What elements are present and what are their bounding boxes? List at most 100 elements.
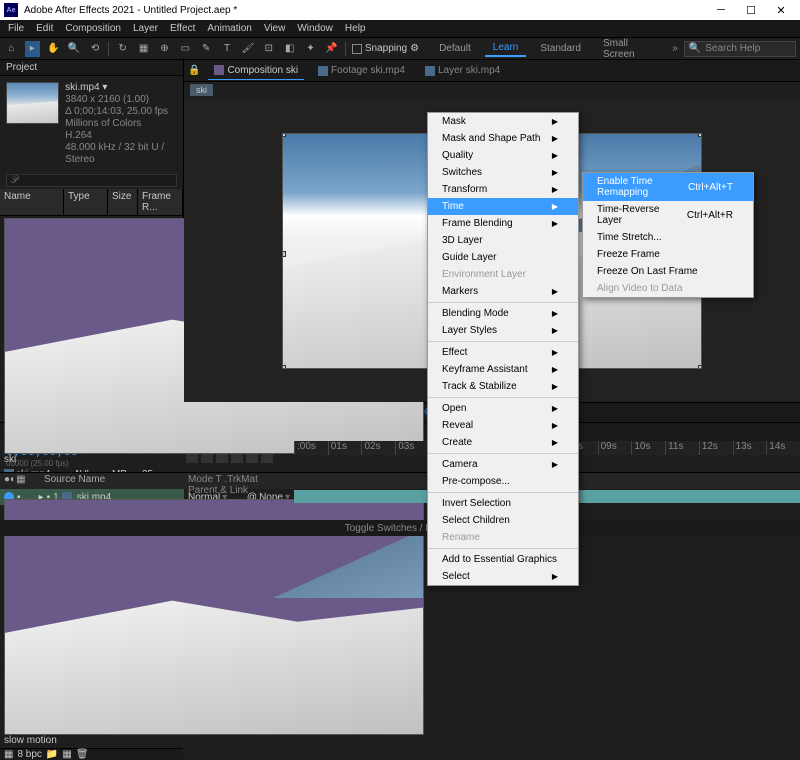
search-help-input[interactable]: 🔍Search Help — [684, 41, 796, 57]
menu-item--d-layer[interactable]: 3D Layer — [428, 232, 578, 249]
flowchart-chip[interactable]: ski — [190, 84, 213, 96]
menubar: File Edit Composition Layer Effect Anima… — [0, 20, 800, 38]
zoom-tool-icon[interactable]: 🔍 — [67, 41, 82, 57]
menu-effect[interactable]: Effect — [164, 21, 201, 36]
submenu-item-time-stretch-[interactable]: Time Stretch... — [583, 229, 753, 246]
menu-item-transform[interactable]: Transform▶ — [428, 181, 578, 198]
menu-item-layer-styles[interactable]: Layer Styles▶ — [428, 322, 578, 339]
new-comp-icon[interactable]: ▦ — [62, 749, 71, 760]
menu-item-effect[interactable]: Effect▶ — [428, 344, 578, 361]
asset-metadata: ski.mp4 ▾ 3840 x 2160 (1.00) Δ 0;00;14:0… — [65, 82, 177, 166]
submenu-item-time-reverse-layer[interactable]: Time-Reverse LayerCtrl+Alt+R — [583, 201, 753, 229]
selection-tool-icon[interactable]: ▸ — [25, 41, 40, 57]
menu-item-invert-selection[interactable]: Invert Selection — [428, 495, 578, 512]
minimize-button[interactable]: ─ — [706, 1, 736, 19]
menu-item-blending-mode[interactable]: Blending Mode▶ — [428, 305, 578, 322]
snapping-checkbox[interactable] — [352, 44, 362, 54]
time-submenu: Enable Time RemappingCtrl+Alt+TTime-Reve… — [582, 172, 754, 298]
orbit-tool-icon[interactable]: ⟲ — [88, 41, 103, 57]
project-row[interactable]: ski▪ Composi...25 — [0, 216, 183, 467]
workspace-default[interactable]: Default — [431, 41, 479, 56]
menu-item-add-to-essential-graphics[interactable]: Add to Essential Graphics — [428, 551, 578, 568]
close-button[interactable]: ✕ — [766, 1, 796, 19]
titlebar: Ae Adobe After Effects 2021 - Untitled P… — [0, 0, 800, 20]
separator — [108, 42, 109, 56]
menu-item-markers[interactable]: Markers▶ — [428, 283, 578, 300]
menu-view[interactable]: View — [258, 21, 292, 36]
tab-layer[interactable]: Layer ski.mp4 — [419, 62, 506, 79]
layer-context-menu: Mask▶Mask and Shape Path▶Quality▶Switche… — [427, 112, 579, 586]
menu-layer[interactable]: Layer — [127, 21, 164, 36]
delete-icon[interactable]: 🗑 — [76, 749, 89, 760]
menu-item-quality[interactable]: Quality▶ — [428, 147, 578, 164]
pen-tool-icon[interactable]: ✎ — [199, 41, 214, 57]
submenu-item-align-video-to-data: Align Video to Data — [583, 280, 753, 297]
project-panel-header[interactable]: Project — [0, 60, 183, 76]
hand-tool-icon[interactable]: ✋ — [46, 41, 61, 57]
menu-window[interactable]: Window — [291, 21, 339, 36]
submenu-item-freeze-on-last-frame[interactable]: Freeze On Last Frame — [583, 263, 753, 280]
workspace-more-icon[interactable]: » — [672, 43, 678, 54]
camera-tool-icon[interactable]: ▦ — [136, 41, 151, 57]
menu-item-select-children[interactable]: Select Children — [428, 512, 578, 529]
separator — [345, 42, 346, 56]
submenu-item-enable-time-remapping[interactable]: Enable Time RemappingCtrl+Alt+T — [583, 173, 753, 201]
tab-composition[interactable]: Composition ski — [208, 62, 304, 80]
menu-item-track-stabilize[interactable]: Track & Stabilize▶ — [428, 378, 578, 395]
menu-item-guide-layer[interactable]: Guide Layer — [428, 249, 578, 266]
workspace-small[interactable]: Small Screen — [595, 36, 666, 62]
new-folder-icon[interactable]: 📁 — [46, 749, 58, 760]
menu-item-switches[interactable]: Switches▶ — [428, 164, 578, 181]
home-icon[interactable]: ⌂ — [4, 41, 19, 57]
menu-help[interactable]: Help — [339, 21, 372, 36]
menu-item-environment-layer: Environment Layer — [428, 266, 578, 283]
puppet-tool-icon[interactable]: 📌 — [324, 41, 339, 57]
viewer-tabs: 🔒 Composition ski Footage ski.mp4 Layer … — [184, 60, 800, 82]
snapping-opt-icon[interactable]: ⚙ — [410, 43, 419, 54]
shape-tool-icon[interactable]: ▭ — [178, 41, 193, 57]
search-icon: 🔍 — [689, 43, 701, 54]
menu-item-time[interactable]: Time▶ — [428, 198, 578, 215]
asset-name[interactable]: ski.mp4 ▾ — [65, 82, 177, 94]
toolbar: ⌂ ▸ ✋ 🔍 ⟲ ↻ ▦ ⊕ ▭ ✎ T 🖌 ⊡ ◧ ✦ 📌 Snapping… — [0, 38, 800, 60]
workspace-standard[interactable]: Standard — [532, 41, 589, 56]
frame-info: 00000 (25.00 fps) — [6, 459, 178, 468]
workspace-learn[interactable]: Learn — [485, 40, 527, 57]
maximize-button[interactable]: ☐ — [736, 1, 766, 19]
menu-item-pre-compose-[interactable]: Pre-compose... — [428, 473, 578, 490]
bpc-button[interactable]: 8 bpc — [17, 749, 41, 760]
menu-item-frame-blending[interactable]: Frame Blending▶ — [428, 215, 578, 232]
menu-composition[interactable]: Composition — [59, 21, 127, 36]
asset-thumbnail[interactable] — [6, 82, 59, 124]
text-tool-icon[interactable]: T — [220, 41, 235, 57]
menu-item-open[interactable]: Open▶ — [428, 400, 578, 417]
snapping-label: Snapping — [365, 43, 407, 54]
roto-tool-icon[interactable]: ✦ — [303, 41, 318, 57]
brush-tool-icon[interactable]: 🖌 — [241, 41, 256, 57]
menu-edit[interactable]: Edit — [30, 21, 59, 36]
submenu-item-freeze-frame[interactable]: Freeze Frame — [583, 246, 753, 263]
tab-footage[interactable]: Footage ski.mp4 — [312, 62, 411, 79]
menu-item-create[interactable]: Create▶ — [428, 434, 578, 451]
menu-item-camera[interactable]: Camera▶ — [428, 456, 578, 473]
lock-icon[interactable]: 🔒 — [188, 65, 200, 76]
menu-item-reveal[interactable]: Reveal▶ — [428, 417, 578, 434]
eraser-tool-icon[interactable]: ◧ — [282, 41, 297, 57]
menu-item-mask-and-shape-path[interactable]: Mask and Shape Path▶ — [428, 130, 578, 147]
project-table-header[interactable]: NameTypeSizeFrame R... — [0, 189, 183, 216]
menu-file[interactable]: File — [2, 21, 30, 36]
anchor-tool-icon[interactable]: ⊕ — [157, 41, 172, 57]
timeline-columns-header: ●◐▦Source Name Mode T .TrkMat Parent & L… — [0, 473, 800, 489]
rotate-tool-icon[interactable]: ↻ — [115, 41, 130, 57]
stamp-tool-icon[interactable]: ⊡ — [261, 41, 276, 57]
app-logo: Ae — [4, 3, 18, 17]
project-footer: ▦ 8 bpc 📁 ▦ 🗑 — [0, 748, 183, 760]
project-search-input[interactable]: 𝒫 — [6, 174, 177, 187]
menu-item-keyframe-assistant[interactable]: Keyframe Assistant▶ — [428, 361, 578, 378]
interpret-icon[interactable]: ▦ — [4, 749, 13, 760]
timeline-footer: Toggle Switches / Modes — [0, 520, 800, 536]
menu-item-select[interactable]: Select▶ — [428, 568, 578, 585]
menu-item-rename: Rename — [428, 529, 578, 546]
menu-animation[interactable]: Animation — [201, 21, 257, 36]
menu-item-mask[interactable]: Mask▶ — [428, 113, 578, 130]
